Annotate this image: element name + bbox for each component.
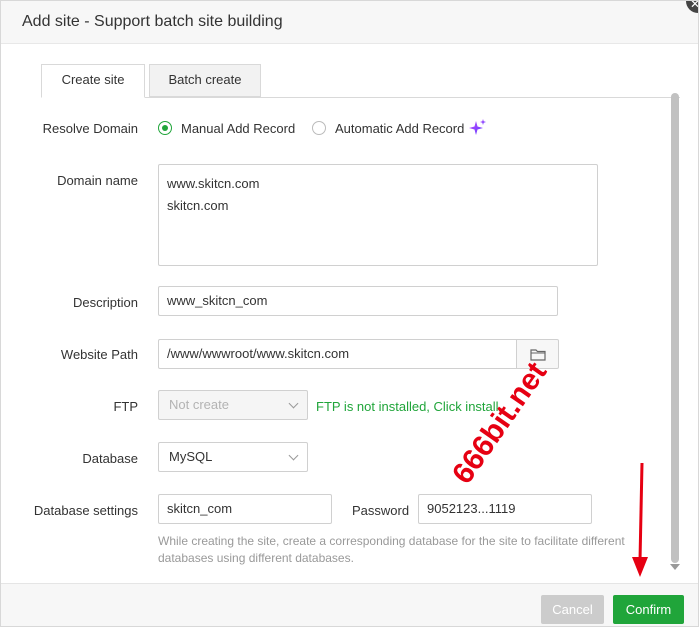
database-settings-label: Database settings	[33, 503, 138, 518]
add-site-dialog: Add site - Support batch site building ✕…	[0, 0, 699, 627]
ftp-label: FTP	[113, 399, 138, 414]
manual-add-record-radio[interactable]	[158, 121, 172, 135]
database-select[interactable]: MySQL	[158, 442, 308, 472]
sparkle-icon	[469, 119, 486, 135]
description-input[interactable]: www_skitcn_com	[158, 286, 558, 316]
scroll-down-arrow-icon[interactable]	[670, 564, 680, 570]
domain-name-textarea[interactable]: www.skitcn.com skitcn.com	[158, 164, 598, 266]
ftp-install-link[interactable]: FTP is not installed, Click install	[316, 399, 499, 414]
database-selected-value: MySQL	[169, 449, 213, 464]
cancel-button[interactable]: Cancel	[541, 595, 604, 624]
tab-batch-create[interactable]: Batch create	[149, 64, 261, 97]
chevron-down-icon	[288, 398, 299, 409]
database-help-text: While creating the site, create a corres…	[158, 534, 625, 565]
password-label: Password	[352, 503, 410, 518]
chevron-down-icon	[288, 450, 299, 461]
dialog-title: Add site - Support batch site building	[22, 13, 283, 30]
database-password-input[interactable]: 9052123...1119	[418, 494, 592, 524]
manual-add-record-label[interactable]: Manual Add Record	[181, 121, 295, 136]
dialog-titlebar: Add site - Support batch site building ✕	[1, 1, 698, 44]
description-label: Description	[72, 295, 138, 310]
close-icon[interactable]: ✕	[686, 1, 698, 13]
automatic-add-record-label[interactable]: Automatic Add Record	[335, 121, 464, 136]
database-name-input[interactable]: skitcn_com	[158, 494, 332, 524]
resolve-domain-label: Resolve Domain	[42, 121, 138, 136]
website-path-input[interactable]: /www/wwwroot/www.skitcn.com	[158, 339, 517, 369]
dialog-content: Create site Batch create Resolve Domain …	[19, 45, 681, 583]
annotation-arrow-icon	[632, 462, 648, 577]
ftp-select: Not create	[158, 390, 308, 420]
domain-name-label: Domain name	[57, 173, 138, 188]
automatic-add-record-radio[interactable]	[312, 121, 326, 135]
domain-line: skitcn.com	[167, 198, 229, 213]
database-label: Database	[82, 451, 138, 466]
website-path-label: Website Path	[60, 347, 138, 362]
scrollbar-thumb[interactable]	[671, 93, 679, 563]
tab-bar: Create site Batch create	[41, 64, 680, 98]
domain-line: www.skitcn.com	[167, 176, 260, 191]
tab-create-site[interactable]: Create site	[41, 64, 145, 98]
folder-icon	[530, 349, 546, 361]
ftp-selected-value: Not create	[169, 397, 229, 412]
confirm-button[interactable]: Confirm	[613, 595, 684, 624]
dialog-footer: Cancel Confirm	[1, 583, 698, 626]
